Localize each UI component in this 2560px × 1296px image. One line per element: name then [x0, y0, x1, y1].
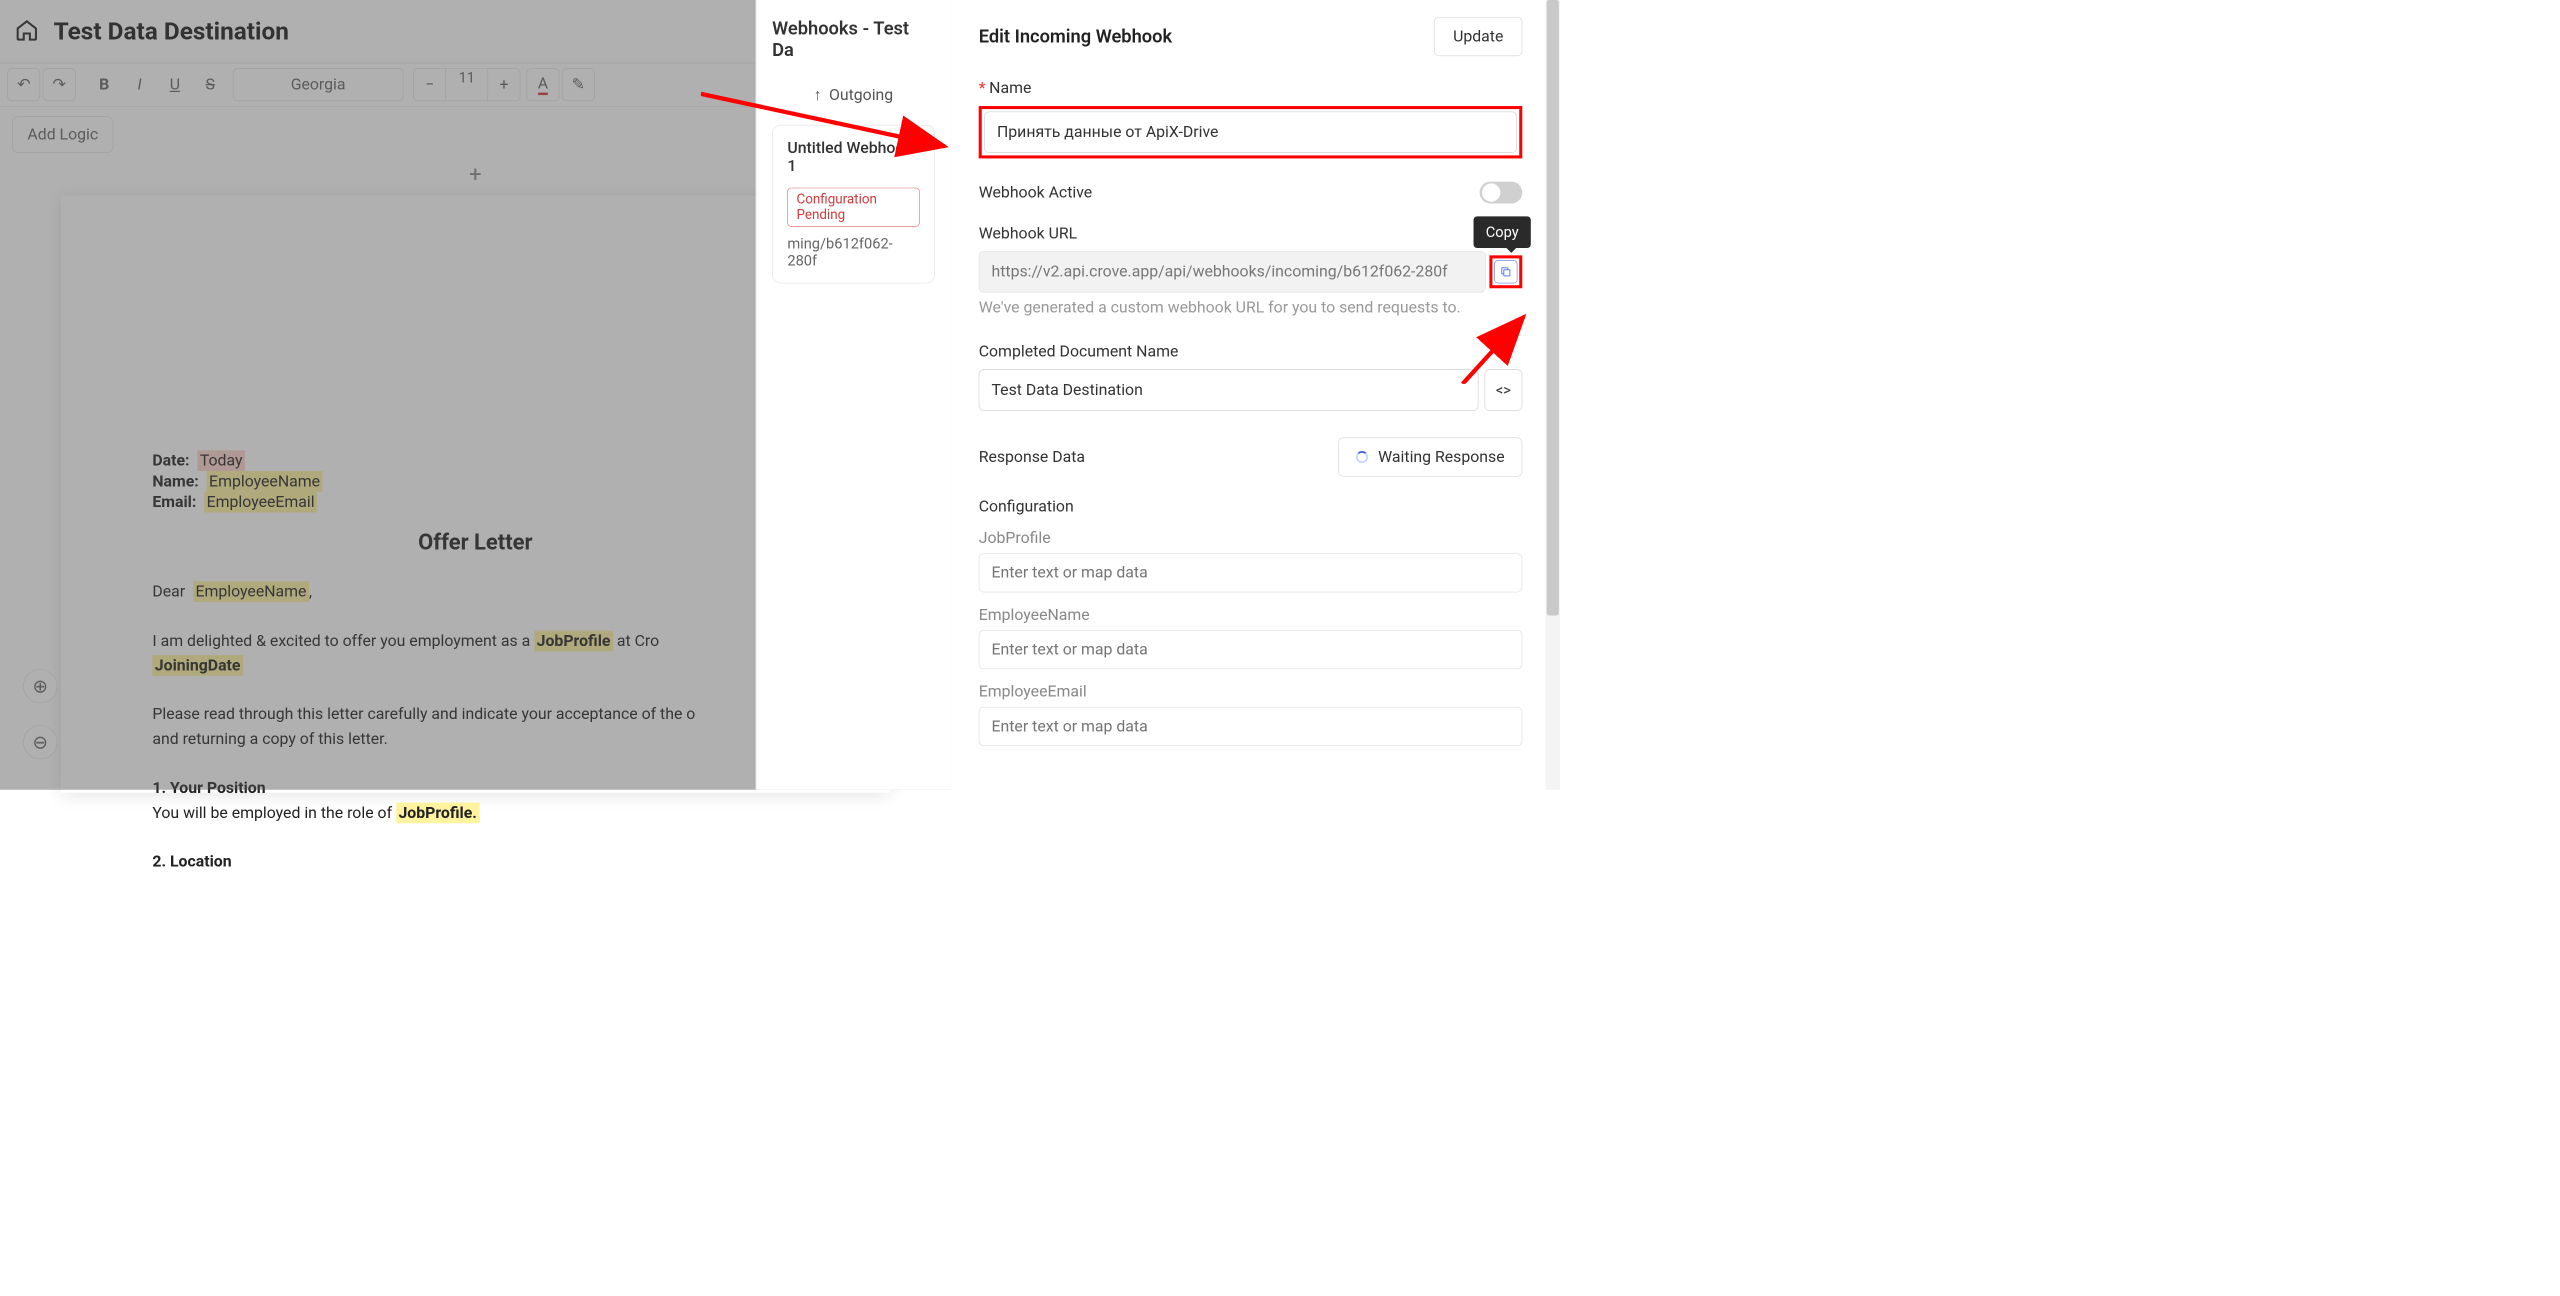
completed-doc-name-input[interactable] — [979, 369, 1479, 410]
update-button[interactable]: Update — [1434, 17, 1522, 56]
annotation-arrow-2 — [1450, 311, 1535, 384]
webhook-name-input[interactable] — [984, 112, 1517, 153]
webhook-url-preview: ming/b612f062-280f — [787, 235, 919, 269]
annotation-arrow-1 — [701, 85, 957, 158]
config-field-label: EmployeeName — [979, 606, 1523, 624]
employeename-input[interactable] — [979, 630, 1523, 669]
scrollbar-thumb[interactable] — [1547, 0, 1559, 615]
webhook-active-toggle[interactable] — [1480, 182, 1523, 204]
waiting-response-button[interactable]: Waiting Response — [1338, 438, 1522, 477]
name-field-label: Name — [979, 79, 1523, 97]
drawer-title: Edit Incoming Webhook — [979, 26, 1172, 47]
employeeemail-input[interactable] — [979, 707, 1523, 746]
edit-webhook-drawer: Edit Incoming Webhook Update Name Webhoo… — [951, 0, 1551, 790]
docname-label: Completed Document Name — [979, 342, 1523, 360]
spinner-icon — [1356, 451, 1368, 463]
section-2-heading: 2. Location — [152, 853, 231, 871]
config-field-label: EmployeeEmail — [979, 683, 1523, 701]
copy-url-button[interactable] — [1494, 260, 1517, 283]
name-highlight-box — [979, 106, 1523, 158]
config-field-label: JobProfile — [979, 529, 1523, 547]
webhooks-panel-title: Webhooks - Test Da — [772, 18, 935, 61]
webhook-url-hint: We've generated a custom webhook URL for… — [979, 299, 1523, 317]
scrollbar-track[interactable] — [1545, 0, 1560, 790]
copy-highlight-box — [1489, 255, 1522, 288]
response-data-label: Response Data — [979, 448, 1085, 466]
webhook-url-label: Webhook URL — [979, 224, 1523, 242]
jobprofile-input[interactable] — [979, 553, 1523, 592]
webhook-active-label: Webhook Active — [979, 183, 1093, 201]
config-pending-badge: Configuration Pending — [787, 188, 919, 227]
webhook-url-input[interactable]: https://v2.api.crove.app/api/webhooks/in… — [979, 251, 1486, 292]
copy-tooltip: Copy — [1474, 216, 1531, 248]
copy-icon — [1500, 266, 1512, 278]
configuration-heading: Configuration — [979, 497, 1523, 515]
